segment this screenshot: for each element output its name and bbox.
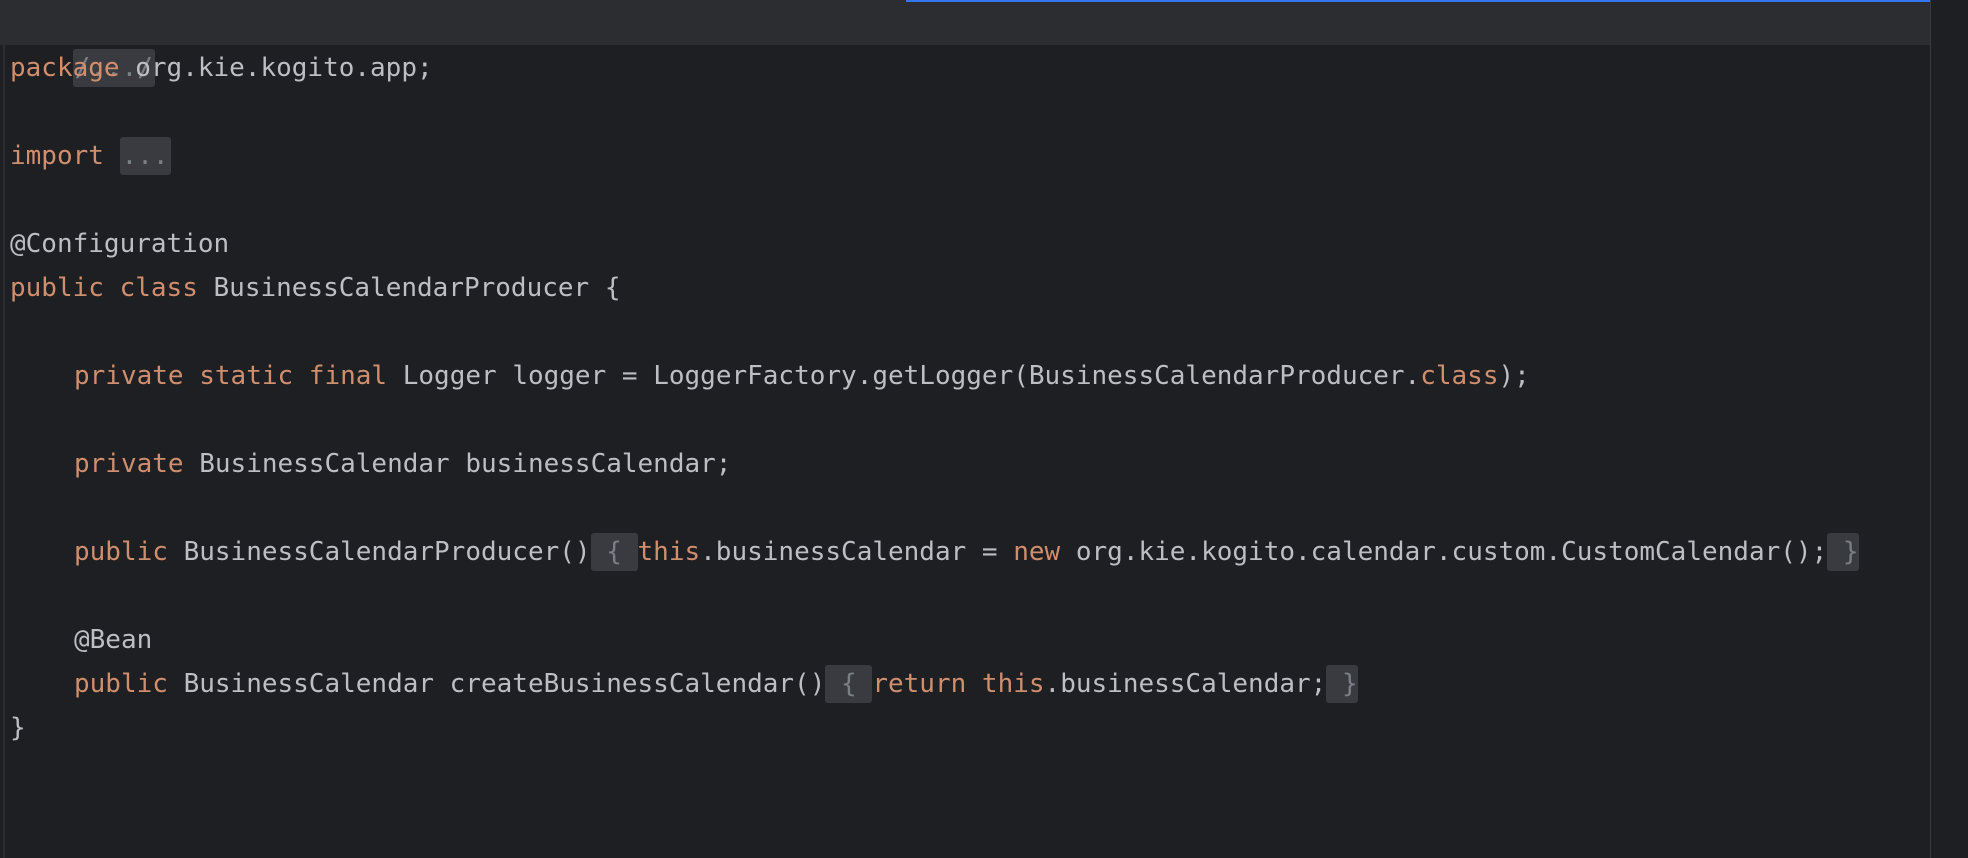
constructor-expr: org.kie.kogito.calendar.custom.CustomCal…: [1060, 537, 1828, 567]
keyword-class-literal: class: [1420, 361, 1499, 391]
code-line-class-close: }: [10, 706, 26, 750]
code-line-bean: @Bean: [10, 618, 152, 662]
package-name: org.kie.kogito.app;: [119, 53, 433, 83]
class-close-brace: }: [10, 713, 26, 743]
logger-decl-tail: );: [1498, 361, 1530, 391]
class-decl-rest: BusinessCalendarProducer {: [197, 273, 621, 303]
constructor-open-fold[interactable]: {: [590, 533, 638, 571]
keyword-public: public: [10, 273, 104, 303]
keyword-public: public: [74, 669, 168, 699]
annotation-bean: @Bean: [74, 625, 153, 655]
keyword-public: public: [74, 537, 168, 567]
keyword-class: class: [119, 273, 198, 303]
method-open-fold[interactable]: {: [825, 665, 873, 703]
right-margin-guide: [1930, 0, 1931, 858]
keyword-return: return: [872, 669, 967, 699]
method-signature: BusinessCalendar createBusinessCalendar(…: [167, 669, 826, 699]
logger-decl: Logger logger = LoggerFactory.getLogger(…: [387, 361, 1421, 391]
keyword-import: import: [10, 141, 104, 171]
method-close-fold[interactable]: }: [1326, 665, 1358, 703]
keyword-this: this: [637, 537, 701, 567]
fold-header-strip: [0, 0, 1930, 45]
constructor-assign: .businessCalendar =: [700, 537, 1014, 567]
code-editor[interactable]: /.../ package org.kie.kogito.app; import…: [0, 0, 1968, 858]
keyword-final: final: [308, 361, 388, 391]
code-line-import: import ...: [10, 134, 171, 178]
constructor-signature: BusinessCalendarProducer(): [167, 537, 591, 567]
keyword-static: static: [199, 361, 294, 391]
keyword-package: package: [10, 53, 120, 83]
keyword-this: this: [981, 669, 1045, 699]
annotation-configuration: @Configuration: [10, 229, 230, 259]
keyword-private: private: [74, 361, 184, 391]
method-expr: .businessCalendar;: [1044, 669, 1327, 699]
code-line-package: package org.kie.kogito.app;: [10, 46, 433, 90]
keyword-private: private: [74, 449, 184, 479]
calendar-field-decl: BusinessCalendar businessCalendar;: [183, 449, 732, 479]
code-line-logger-field: private static final Logger logger = Log…: [10, 354, 1530, 398]
code-line-configuration: @Configuration: [10, 222, 229, 266]
code-line-class-decl: public class BusinessCalendarProducer {: [10, 266, 621, 310]
code-line-header: /.../: [10, 2, 155, 87]
code-line-constructor: public BusinessCalendarProducer() { this…: [10, 530, 1859, 574]
keyword-new: new: [1013, 537, 1061, 567]
constructor-close-fold[interactable]: }: [1827, 533, 1859, 571]
gutter-line: [3, 0, 5, 858]
code-line-calendar-field: private BusinessCalendar businessCalenda…: [10, 442, 731, 486]
tab-accent-line: [906, 0, 1930, 2]
code-line-method: public BusinessCalendar createBusinessCa…: [10, 662, 1358, 706]
import-fold[interactable]: ...: [119, 137, 171, 175]
